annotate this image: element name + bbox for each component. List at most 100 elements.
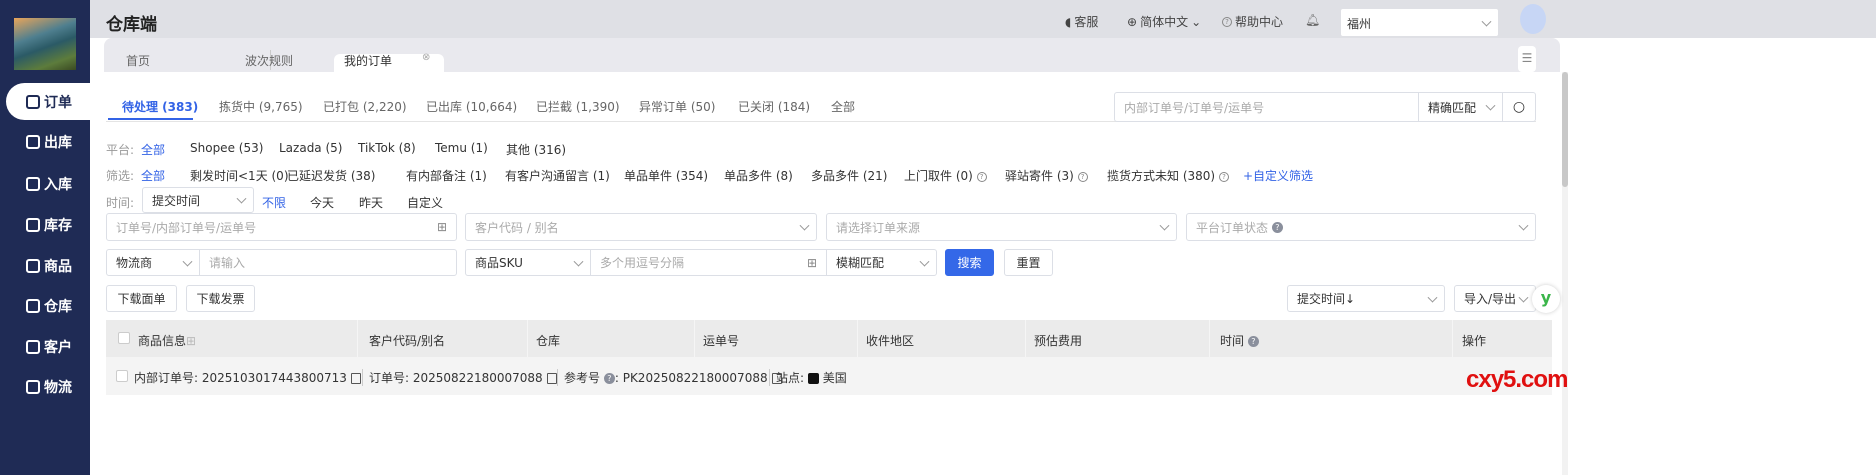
sidebar-item-logistics[interactable]: 物流 bbox=[6, 368, 90, 405]
watermark: cxy5.com bbox=[1466, 366, 1568, 393]
help-icon: ? bbox=[976, 171, 987, 182]
filter-delayed[interactable]: 已延迟发货 (38) bbox=[287, 167, 375, 184]
status-tab-shipped[interactable]: 已出库 (10,664) bbox=[426, 98, 517, 115]
chevron-down-icon bbox=[1485, 100, 1496, 111]
clipboard-icon bbox=[26, 94, 40, 109]
filter-multi-multi[interactable]: 多品多件 (21) bbox=[811, 167, 887, 184]
status-tab-closed[interactable]: 已关闭 (184) bbox=[738, 98, 810, 115]
tab-wave-rules[interactable]: 波次规则 bbox=[245, 46, 293, 72]
tab-home[interactable]: 首页 bbox=[126, 46, 150, 72]
filter-unknown-collection[interactable]: 揽货方式未知 (380) ? bbox=[1107, 167, 1229, 184]
column-header: 预估费用 bbox=[1034, 334, 1083, 348]
platform-status-select[interactable]: 平台订单状态 ? bbox=[1186, 213, 1536, 241]
filter-dropoff[interactable]: 驿站寄件 (3) ? bbox=[1005, 167, 1088, 184]
custom-filter-link[interactable]: +自定义筛选 bbox=[1243, 167, 1313, 184]
outbound-icon bbox=[26, 134, 40, 149]
time-today[interactable]: 今天 bbox=[310, 194, 334, 211]
help-icon: ? bbox=[1247, 336, 1259, 347]
filter-pickup[interactable]: 上门取件 (0) ? bbox=[904, 167, 987, 184]
download-invoice-button[interactable]: 下载发票 bbox=[186, 285, 255, 312]
table-header: 商品信息⊞ 客户代码/别名 仓库 运单号 收件地区 预估费用 时间 ? 操作 bbox=[106, 320, 1552, 357]
sidebar-item-customers[interactable]: 客户 bbox=[6, 328, 90, 365]
fuzzy-match-select[interactable]: 模糊匹配 bbox=[826, 249, 937, 276]
expand-icon[interactable]: ⊞ bbox=[437, 220, 447, 234]
expand-icon[interactable]: ⊞ bbox=[186, 334, 196, 348]
chevron-down-icon bbox=[1518, 220, 1529, 231]
time-unlimited[interactable]: 不限 bbox=[262, 194, 286, 211]
status-tab-packed[interactable]: 已打包 (2,220) bbox=[323, 98, 407, 115]
carrier-input[interactable]: 请输入 bbox=[199, 249, 457, 276]
close-icon[interactable]: ⊗ bbox=[422, 52, 430, 63]
help-icon: ? bbox=[1271, 221, 1283, 233]
status-tab-exception[interactable]: 异常订单 (50) bbox=[639, 98, 715, 115]
platform-tiktok[interactable]: TikTok (8) bbox=[358, 141, 416, 155]
language-selector[interactable]: ⊕ 简体中文 ⌄ bbox=[1127, 13, 1201, 30]
filter-customer-message[interactable]: 有客户沟通留言 (1) bbox=[505, 167, 610, 184]
scrollbar[interactable] bbox=[1562, 72, 1568, 475]
time-yesterday[interactable]: 昨天 bbox=[359, 194, 383, 211]
status-tab-pending[interactable]: 待处理 (383) bbox=[122, 98, 198, 115]
column-header: 时间 ? bbox=[1220, 332, 1259, 349]
column-header: 客户代码/别名 bbox=[369, 334, 446, 348]
status-tab-intercepted[interactable]: 已拦截 (1,390) bbox=[536, 98, 620, 115]
column-header: 运单号 bbox=[703, 334, 740, 348]
platform-temu[interactable]: Temu (1) bbox=[435, 141, 488, 155]
status-tab-all[interactable]: 全部 bbox=[831, 98, 855, 115]
download-label-button[interactable]: 下载面单 bbox=[106, 285, 177, 312]
quick-search-input[interactable]: 内部订单号/订单号/运单号 bbox=[1114, 92, 1419, 122]
customer-select[interactable]: 客户代码 / 别名 bbox=[465, 213, 817, 241]
avatar[interactable] bbox=[1520, 4, 1546, 34]
time-custom[interactable]: 自定义 bbox=[407, 194, 443, 211]
bell-icon[interactable]: 🔔︎ bbox=[1305, 13, 1320, 27]
tab-my-orders[interactable]: 我的订单 ⊗ bbox=[334, 52, 444, 72]
import-export-dropdown[interactable]: 导入/导出 bbox=[1454, 285, 1536, 312]
sidebar-item-inbound[interactable]: 入库 bbox=[6, 165, 90, 202]
help-icon: ? bbox=[1077, 171, 1088, 182]
select-all-checkbox[interactable] bbox=[118, 332, 130, 344]
filter-all[interactable]: 全部 bbox=[141, 167, 165, 184]
expand-icon[interactable]: ⊞ bbox=[807, 256, 817, 270]
platform-shopee[interactable]: Shopee (53) bbox=[190, 141, 263, 155]
platform-lazada[interactable]: Lazada (5) bbox=[279, 141, 342, 155]
city-select[interactable]: 福州 bbox=[1341, 9, 1498, 36]
sidebar: 订单 出库 入库 库存 商品 仓库 客户 物流 bbox=[0, 0, 90, 475]
filter-single-item[interactable]: 单品单件 (354) bbox=[624, 167, 708, 184]
time-type-select[interactable]: 提交时间 bbox=[142, 187, 254, 213]
copy-icon[interactable] bbox=[546, 373, 557, 384]
chevron-down-icon bbox=[573, 256, 584, 267]
sidebar-item-orders[interactable]: 订单 bbox=[6, 83, 90, 120]
help-center-link[interactable]: ? 帮助中心 bbox=[1222, 13, 1283, 30]
customer-service-link[interactable]: ◖ 客服 bbox=[1065, 13, 1098, 30]
bag-icon bbox=[26, 258, 40, 273]
order-source-select[interactable]: 请选择订单来源 bbox=[826, 213, 1177, 241]
table-row: 内部订单号: 2025103017443800713 订单号: 20250822… bbox=[106, 357, 1552, 395]
assistant-float-icon[interactable]: y bbox=[1532, 285, 1560, 313]
carrier-select[interactable]: 物流商 bbox=[106, 249, 200, 276]
menu-icon[interactable]: ☰ bbox=[1518, 46, 1536, 72]
sidebar-item-outbound[interactable]: 出库 bbox=[6, 123, 90, 160]
chevron-down-icon bbox=[1481, 16, 1492, 27]
help-icon: ? bbox=[603, 373, 615, 384]
status-tab-picking[interactable]: 拣货中 (9,765) bbox=[219, 98, 303, 115]
search-button[interactable]: 搜索 bbox=[945, 249, 994, 276]
reset-button[interactable]: 重置 bbox=[1004, 249, 1053, 276]
chevron-down-icon: ⌄ bbox=[1191, 14, 1202, 29]
page-tabs: 首页 波次规则 我的订单 ⊗ ☰ bbox=[104, 38, 1560, 72]
sku-input[interactable]: 多个用逗号分隔 ⊞ bbox=[590, 249, 827, 276]
filter-single-multi[interactable]: 单品多件 (8) bbox=[724, 167, 793, 184]
chevron-down-icon bbox=[1518, 292, 1529, 303]
search-icon[interactable]: ○ bbox=[1502, 92, 1536, 122]
sort-select[interactable]: 提交时间↓ bbox=[1287, 285, 1445, 312]
order-number-input[interactable]: 订单号/内部订单号/运单号 ⊞ bbox=[106, 213, 457, 241]
row-checkbox[interactable] bbox=[116, 370, 128, 382]
copy-icon[interactable] bbox=[350, 373, 361, 384]
filter-ship-within-1day[interactable]: 剩发时间<1天 (0) bbox=[190, 167, 289, 184]
sidebar-item-inventory[interactable]: 库存 bbox=[6, 206, 90, 243]
sidebar-item-warehouse[interactable]: 仓库 bbox=[6, 287, 90, 324]
platform-all[interactable]: 全部 bbox=[141, 141, 165, 158]
filter-internal-note[interactable]: 有内部备注 (1) bbox=[406, 167, 487, 184]
platform-other[interactable]: 其他 (316) bbox=[506, 141, 566, 158]
sku-type-select[interactable]: 商品SKU bbox=[465, 249, 591, 276]
sidebar-item-products[interactable]: 商品 bbox=[6, 247, 90, 284]
match-mode-select[interactable]: 精确匹配 bbox=[1418, 92, 1503, 122]
